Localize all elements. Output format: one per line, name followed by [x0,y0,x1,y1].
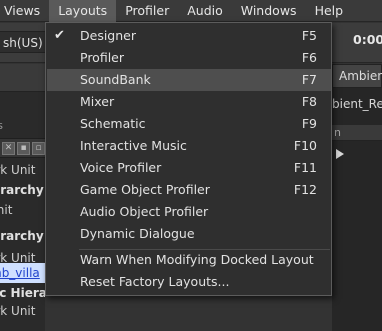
menu-item-label: Voice Profiler [80,160,162,175]
menu-views[interactable]: Views [0,0,49,22]
menu-item-interactive-music[interactable]: Interactive Music F10 [47,135,331,157]
menu-item-shortcut: F6 [301,50,317,65]
menu-item-game-object-profiler[interactable]: Game Object Profiler F12 [47,179,331,201]
menu-profiler[interactable]: Profiler [116,0,178,22]
menu-item-label: Designer [80,28,136,43]
menu-item-label: Schematic [80,116,146,131]
tree-item[interactable]: ork Unit [0,160,35,180]
menu-item-shortcut: F12 [293,182,317,197]
menu-item-label: Interactive Music [80,138,187,153]
menu-item-shortcut: F5 [301,28,317,43]
menu-item-label: Audio Object Profiler [80,204,209,219]
panel-icon-row: ✕ ▪ ▫ [0,138,45,158]
menu-item-shortcut: F7 [301,72,317,87]
property-panel: Ambient bient_Re n [332,64,382,331]
tool-mute-icon[interactable]: ▪ [17,142,30,155]
menu-item-designer[interactable]: ✔ Designer F5 [47,25,331,47]
menu-item-shortcut: F8 [301,94,317,109]
menu-item-mixer[interactable]: Mixer F8 [47,91,331,113]
tool-speaker-icon[interactable]: ▫ [32,142,45,155]
menu-item-label: Reset Factory Layouts... [80,274,230,289]
menu-help[interactable]: Help [306,0,353,22]
app-window: Views Layouts Profiler Audio Windows Hel… [0,0,382,331]
menu-item-label: Profiler [80,50,125,65]
menu-audio[interactable]: Audio [178,0,232,22]
tree-item[interactable]: Unit [0,200,12,220]
menu-item-label: SoundBank [80,72,151,87]
panel-tab-strip[interactable] [0,64,45,92]
menu-item-label: Warn When Modifying Docked Layout [80,252,314,267]
time-readout: 0:00. [353,32,382,47]
menu-item-dynamic-dialogue[interactable]: Dynamic Dialogue [47,223,331,245]
menu-item-label: Game Object Profiler [80,182,210,197]
menu-item-profiler[interactable]: Profiler F6 [47,47,331,69]
tree-item[interactable]: sic Hierai [0,283,45,303]
menu-item-shortcut: F11 [293,160,317,175]
check-icon: ✔ [54,28,65,43]
layouts-menu: ✔ Designer F5 Profiler F6 SoundBank F7 M… [45,22,332,296]
menu-item-label: Mixer [80,94,115,109]
menu-item-audio-object-profiler[interactable]: Audio Object Profiler [47,201,331,223]
menu-windows[interactable]: Windows [232,0,306,22]
menu-item-warn-docked-layout[interactable]: Warn When Modifying Docked Layout [47,249,331,271]
column-header: n [332,125,382,141]
tree-item[interactable]: ierarchy [0,226,44,246]
tree-item-selected[interactable]: mb_villa [0,263,45,283]
tool-x-icon[interactable]: ✕ [2,142,15,155]
tree-item[interactable]: ierarchy [0,180,44,200]
menu-item-label: Dynamic Dialogue [80,226,195,241]
object-name-field[interactable]: bient_Re [332,97,382,111]
menu-layouts[interactable]: Layouts [49,0,117,22]
menu-item-soundbank[interactable]: SoundBank F7 [47,69,331,91]
play-icon[interactable] [336,149,344,159]
menu-item-reset-factory-layouts[interactable]: Reset Factory Layouts... [47,271,331,293]
menu-bar: Views Layouts Profiler Audio Windows Hel… [0,0,382,22]
menu-item-shortcut: F9 [301,116,317,131]
project-explorer-panel: nts ✕ ▪ ▫ ork Unit ierarchy Unit ierarch… [0,64,45,331]
panel-section-title: nts [0,119,4,132]
tab-ambient[interactable]: Ambient [332,64,382,88]
menu-item-schematic[interactable]: Schematic F9 [47,113,331,135]
menu-item-voice-profiler[interactable]: Voice Profiler F11 [47,157,331,179]
menu-item-shortcut: F10 [293,138,317,153]
tree-item[interactable]: ork Unit [0,301,35,321]
